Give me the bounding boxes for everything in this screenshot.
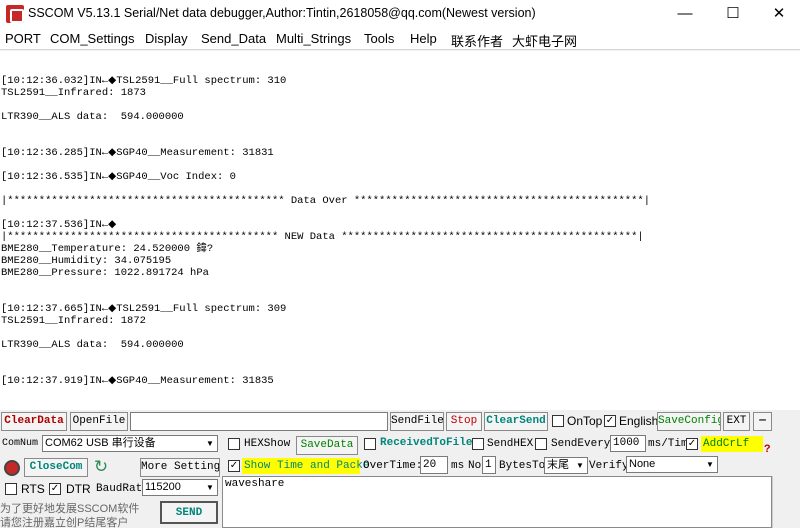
toolbar: ClearData OpenFile SendFile Stop ClearSe… bbox=[0, 410, 800, 432]
chevron-down-icon: ▼ bbox=[206, 439, 214, 448]
receive-line: [10:12:36.535]IN←◆SGP40__Voc Index: 0 bbox=[1, 171, 236, 183]
receive-line: BME280__Pressure: 1022.891724 hPa bbox=[1, 267, 209, 279]
bytesto-label: BytesTo bbox=[499, 460, 546, 472]
receive-line: |***************************************… bbox=[1, 231, 644, 243]
window-title: SSCOM V5.13.1 Serial/Net data debugger,A… bbox=[28, 6, 536, 20]
receive-line: BME280__Temperature: 24.520000 鍏? bbox=[1, 243, 214, 255]
send-button[interactable]: SEND bbox=[160, 501, 218, 524]
dtr-checkbox[interactable]: ✓ bbox=[49, 483, 61, 495]
ontop-checkbox[interactable] bbox=[552, 415, 564, 427]
title-bar: SSCOM V5.13.1 Serial/Net data debugger,A… bbox=[0, 0, 800, 28]
clear-data-button[interactable]: ClearData bbox=[1, 412, 67, 431]
received-to-file-label: ReceivedToFile bbox=[380, 437, 473, 449]
receive-line: |***************************************… bbox=[1, 195, 651, 207]
stop-button[interactable]: Stop bbox=[446, 412, 482, 431]
ext-button[interactable]: EXT bbox=[723, 412, 750, 431]
send-input[interactable]: waveshare bbox=[222, 476, 772, 528]
no-label: No bbox=[468, 460, 482, 472]
show-time-label: Show Time and Packe bbox=[242, 458, 370, 474]
port-status-icon bbox=[4, 460, 20, 476]
tail-select[interactable]: 末尾 ▼ bbox=[544, 457, 588, 474]
save-config-button[interactable]: SaveConfig bbox=[657, 412, 721, 431]
file-path-input[interactable] bbox=[130, 412, 388, 431]
refresh-icon[interactable]: ↻ bbox=[92, 458, 110, 476]
hexshow-checkbox[interactable] bbox=[228, 438, 240, 450]
menu-com-settings[interactable]: COM_Settings bbox=[50, 31, 135, 46]
baud-value: 115200 bbox=[145, 481, 181, 493]
receive-line: TSL2591__Infrared: 1872 bbox=[1, 315, 146, 327]
receive-line: [10:12:36.032]IN←◆TSL2591__Full spectrum… bbox=[1, 75, 287, 87]
receive-line: LTR390__ALS data: 594.000000 bbox=[1, 111, 184, 123]
sendevery-label: SendEvery: bbox=[551, 438, 618, 450]
receive-line: [10:12:37.919]IN←◆SGP40__Measurement: 31… bbox=[1, 375, 274, 387]
receive-line: TSL2591__Infrared: 1873 bbox=[1, 87, 146, 99]
sendhex-label: SendHEX bbox=[487, 438, 534, 450]
chevron-down-icon: ▼ bbox=[706, 460, 714, 469]
sendhex-checkbox[interactable] bbox=[472, 438, 484, 450]
clear-send-button[interactable]: ClearSend bbox=[484, 412, 548, 431]
chevron-down-icon: ▼ bbox=[576, 461, 584, 470]
com-port-value: COM62 USB 串行设备 bbox=[45, 437, 156, 449]
overtime-label: OverTime: bbox=[363, 460, 423, 472]
english-checkbox[interactable]: ✓ bbox=[604, 415, 616, 427]
tail-value: 末尾 bbox=[547, 459, 569, 471]
menu-port[interactable]: PORT bbox=[5, 31, 41, 46]
receive-line: BME280__Humidity: 34.075195 bbox=[1, 255, 172, 267]
menu-multi-strings[interactable]: Multi_Strings bbox=[276, 31, 351, 46]
open-file-button[interactable]: OpenFile bbox=[70, 412, 128, 431]
maximize-button[interactable]: ☐ bbox=[710, 0, 756, 28]
help-link[interactable]: ? bbox=[764, 444, 771, 456]
app-icon bbox=[6, 5, 24, 23]
show-time-checkbox[interactable]: ✓ bbox=[228, 460, 240, 472]
bytesto-input[interactable]: 1 bbox=[482, 456, 496, 474]
menu-bar: PORT COM_Settings Display Send_Data Mult… bbox=[0, 28, 800, 50]
addcrlf-label: AddCrLf bbox=[701, 436, 763, 452]
rts-label: RTS bbox=[21, 482, 45, 496]
menu-contact-author[interactable]: 联系作者 bbox=[451, 31, 503, 50]
receive-line: [10:12:36.285]IN←◆SGP40__Measurement: 31… bbox=[1, 147, 274, 159]
send-file-button[interactable]: SendFile bbox=[390, 412, 444, 431]
close-button[interactable]: ✕ bbox=[756, 0, 800, 28]
hexshow-label: HEXShow bbox=[244, 438, 291, 450]
rts-checkbox[interactable] bbox=[5, 483, 17, 495]
receive-line: [10:12:37.536]IN←◆ bbox=[1, 219, 117, 231]
comnum-label: ComNum bbox=[2, 438, 39, 449]
menu-help[interactable]: Help bbox=[410, 31, 437, 46]
close-com-button[interactable]: CloseCom bbox=[24, 458, 88, 477]
baud-select[interactable]: 115200 ▼ bbox=[142, 479, 218, 496]
save-data-button[interactable]: SaveData bbox=[296, 436, 358, 455]
received-to-file-checkbox[interactable] bbox=[364, 438, 376, 450]
menu-send-data[interactable]: Send_Data bbox=[201, 31, 266, 46]
minimize-button[interactable]: — bbox=[662, 0, 708, 28]
send-scrollbar[interactable] bbox=[772, 476, 799, 528]
ontop-label: OnTop bbox=[567, 414, 603, 428]
com-port-select[interactable]: COM62 USB 串行设备 ▼ bbox=[42, 435, 218, 452]
receive-area[interactable]: [10:12:36.032]IN←◆TSL2591__Full spectrum… bbox=[0, 51, 800, 410]
menu-tools[interactable]: Tools bbox=[364, 31, 394, 46]
verify-label: Verify bbox=[589, 460, 629, 472]
menu-daxia-site[interactable]: 大虾电子网 bbox=[512, 31, 577, 50]
menu-display[interactable]: Display bbox=[145, 31, 188, 46]
ms-tim-label: ms/Tim bbox=[648, 438, 688, 450]
promo-line-2: 请您注册嘉立创P结尾客户 bbox=[0, 517, 129, 528]
ms-label: ms bbox=[451, 460, 465, 472]
more-settings-button[interactable]: More Settings bbox=[140, 458, 220, 477]
verify-value: None bbox=[629, 458, 656, 470]
receive-line: [10:12:37.665]IN←◆TSL2591__Full spectrum… bbox=[1, 303, 287, 315]
collapse-button[interactable]: — bbox=[753, 412, 772, 431]
overtime-input[interactable]: 20 bbox=[420, 456, 448, 474]
receive-line: LTR390__ALS data: 594.000000 bbox=[1, 339, 184, 351]
baud-label: BaudRat bbox=[96, 483, 143, 495]
sendevery-checkbox[interactable] bbox=[535, 438, 547, 450]
addcrlf-checkbox[interactable]: ✓ bbox=[686, 438, 698, 450]
english-label: English bbox=[619, 414, 659, 428]
verify-select[interactable]: None ▼ bbox=[626, 456, 718, 473]
dtr-label: DTR bbox=[66, 482, 91, 496]
chevron-down-icon: ▼ bbox=[206, 483, 214, 492]
sendevery-input[interactable]: 1000 bbox=[610, 435, 646, 452]
